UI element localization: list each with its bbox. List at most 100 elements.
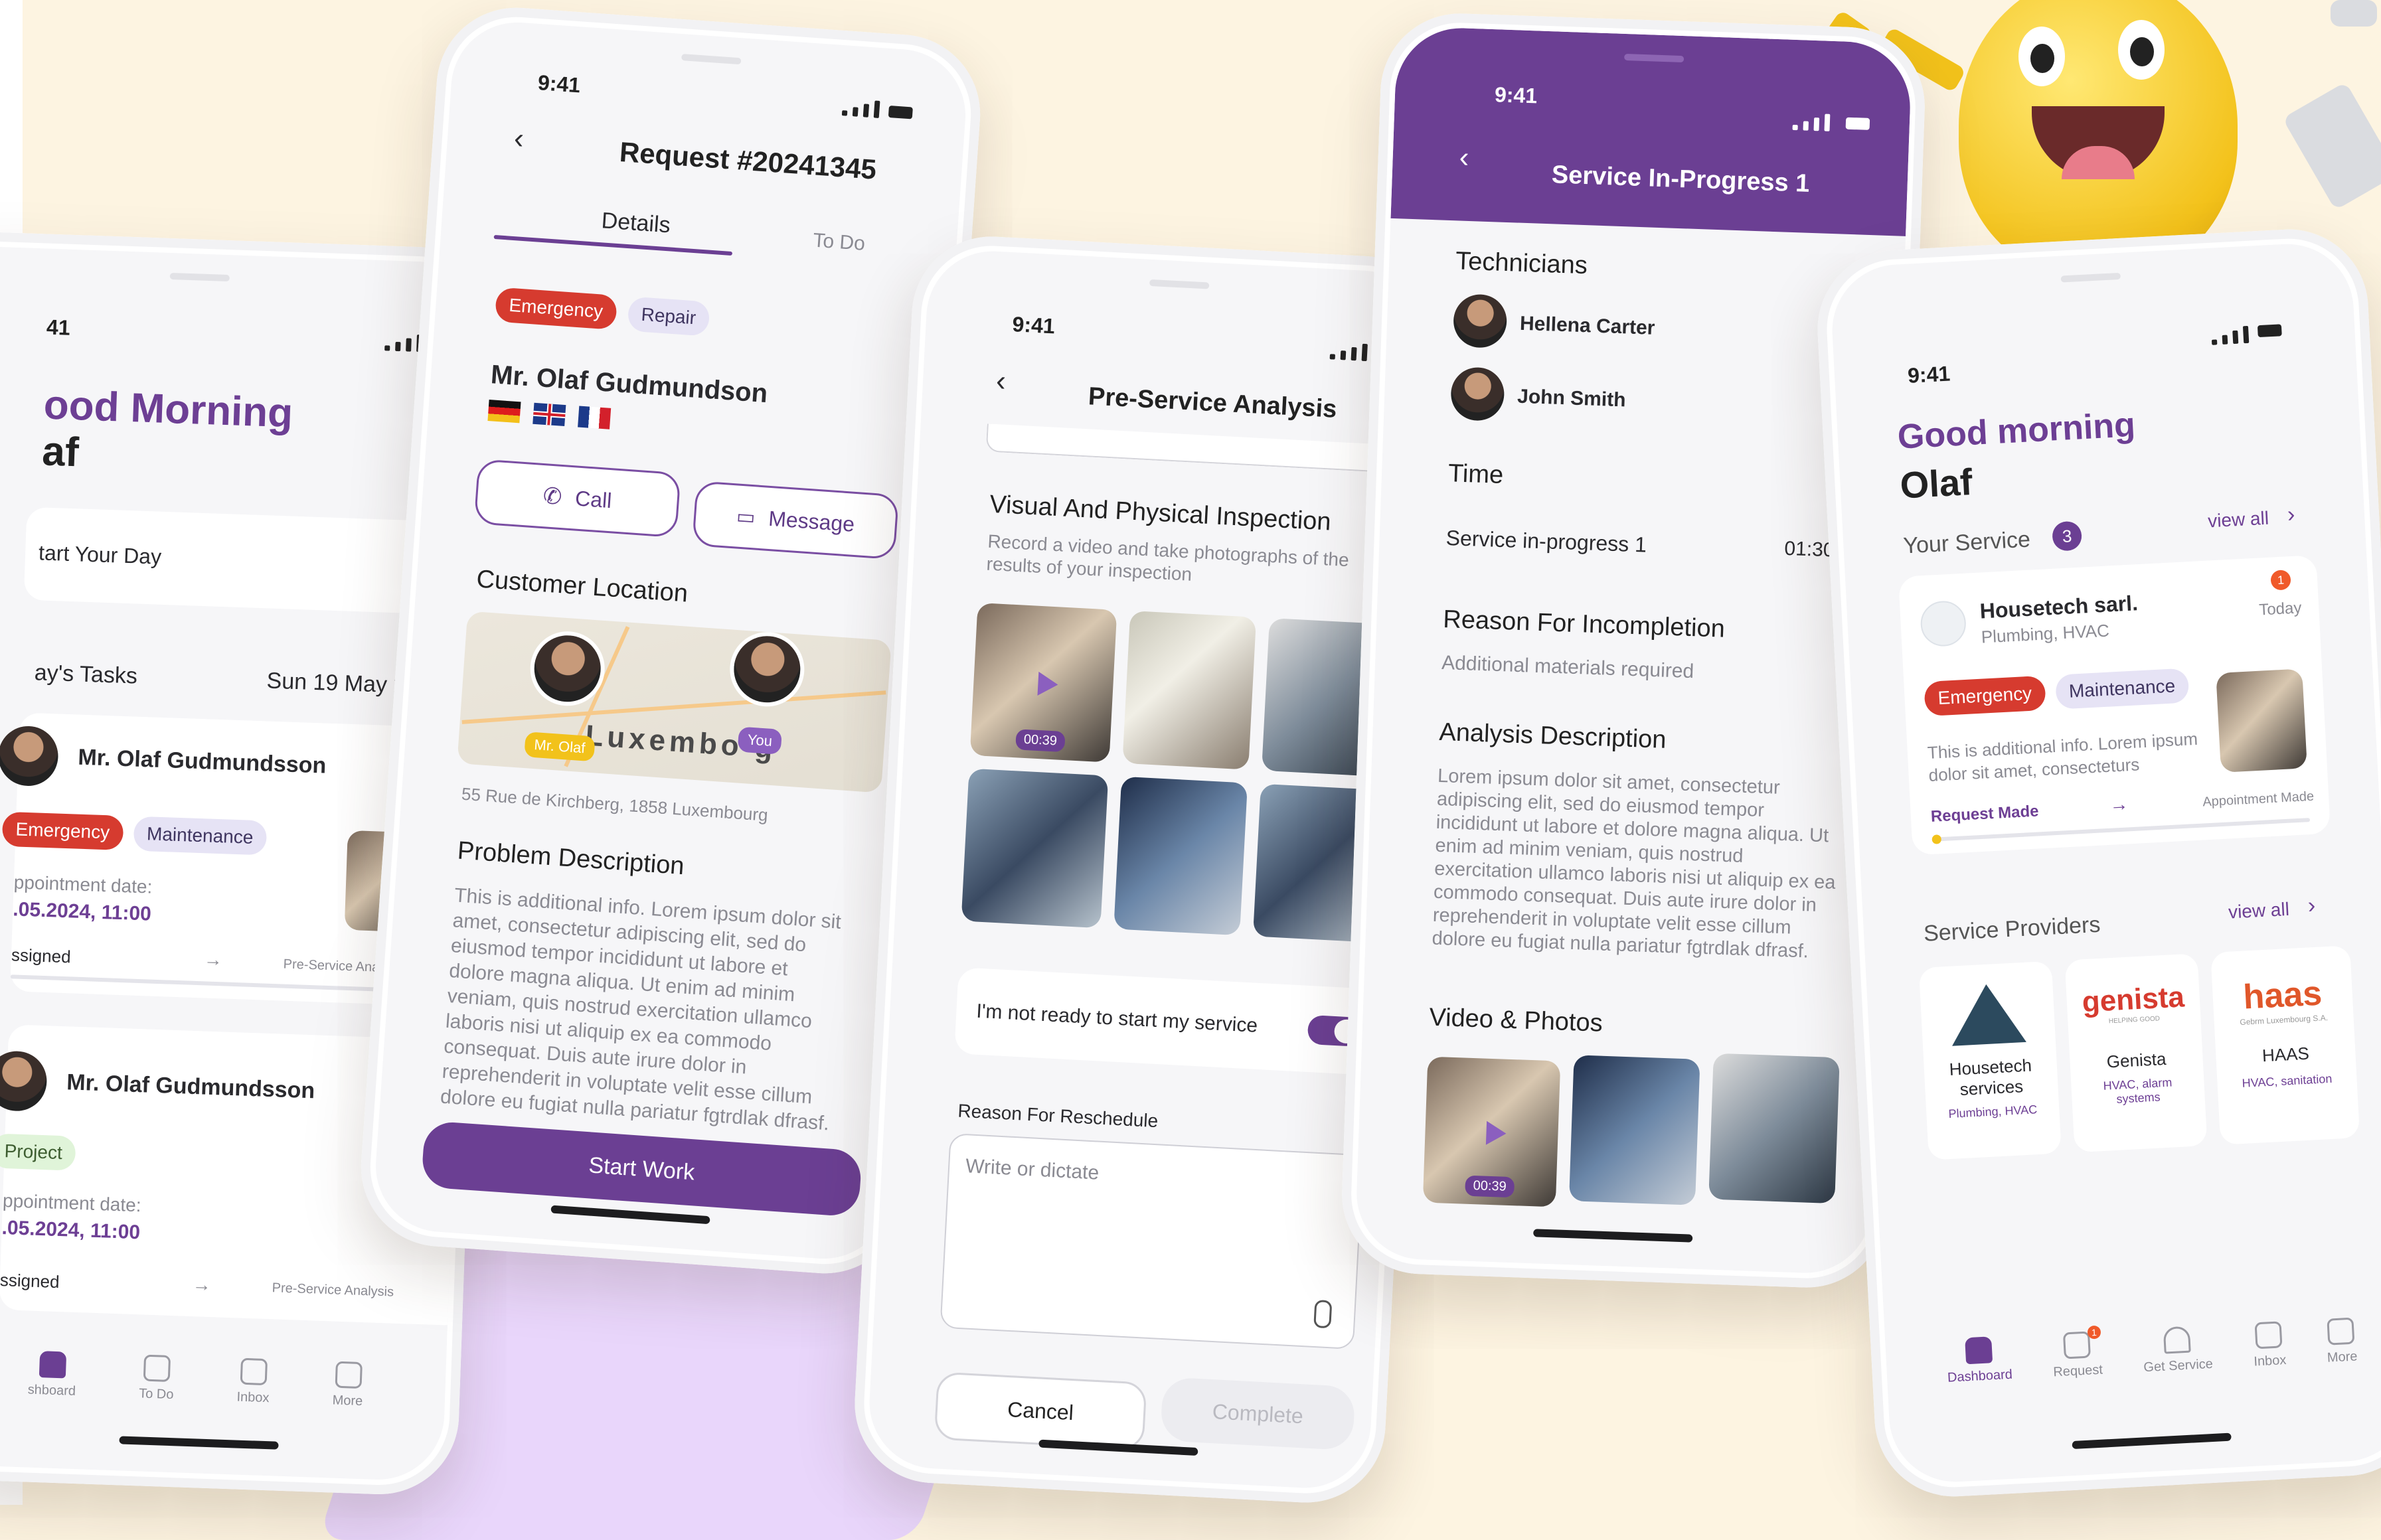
provider-tags: Plumbing, HVAC: [1948, 1103, 2038, 1121]
inspection-video[interactable]: 00:39: [969, 602, 1117, 763]
provider-card-haas[interactable]: haas Gebrm Luxembourg S.A. HAAS HVAC, sa…: [2210, 945, 2360, 1145]
inspection-heading: Visual And Physical Inspection: [989, 490, 1332, 536]
provider-name: HAAS: [2261, 1043, 2310, 1066]
problem-heading: Problem Description: [456, 836, 685, 881]
microphone-icon[interactable]: [1313, 1299, 1333, 1329]
customer-pin-label: Mr. Olaf: [524, 732, 596, 762]
tab-details[interactable]: Details: [600, 208, 671, 238]
start-work-button[interactable]: Start Work: [420, 1120, 863, 1217]
status-time: 9:41: [1011, 312, 1056, 339]
tab-inbox[interactable]: Inbox: [236, 1357, 270, 1407]
battery-icon: [2257, 324, 2282, 338]
tag-repair: Repair: [627, 296, 710, 337]
media-video[interactable]: 00:39: [1422, 1056, 1561, 1207]
cancel-label: Cancel: [1007, 1397, 1074, 1424]
signal-icon: [1792, 113, 1831, 131]
request-icon: [2062, 1331, 2091, 1359]
incompletion-heading: Reason For Incompletion: [1442, 605, 1726, 643]
company-sub: Plumbing, HVAC: [1981, 620, 2110, 647]
complete-button[interactable]: Complete: [1160, 1377, 1356, 1451]
notch: [681, 54, 742, 65]
appointment-value: .05.2024, 11:00: [1, 1217, 141, 1244]
provider-name: Housetech services: [1948, 1055, 2032, 1100]
inspection-sub: Record a video and take photographs of t…: [985, 530, 1350, 585]
tool-icon: [2331, 0, 2377, 27]
service-card[interactable]: Housetech sarl. Plumbing, HVAC 1 Today E…: [1898, 555, 2331, 856]
tab-todo[interactable]: To Do: [812, 230, 865, 256]
view-all-services-link[interactable]: view all: [2207, 508, 2269, 532]
user-name: Olaf: [1899, 461, 1974, 506]
notch: [1149, 279, 1210, 289]
flag-germany-icon: [487, 400, 521, 424]
media-photo[interactable]: [1569, 1055, 1700, 1205]
card-info: This is additional info. Lorem ipsum dol…: [1927, 728, 2198, 785]
video-duration: 00:39: [1015, 729, 1066, 753]
housetech-logo-icon: [1949, 982, 2026, 1046]
appointment-label: ppointment date:: [13, 872, 153, 897]
play-icon: [1485, 1120, 1507, 1146]
status-from: ssigned: [11, 945, 72, 967]
tab-label: shboard: [27, 1382, 76, 1399]
chevron-right-icon[interactable]: ›: [2287, 502, 2295, 528]
collapsed-select[interactable]: [985, 424, 1394, 473]
phone-customer-dashboard: 9:41 Good morning Olaf Your Service 3 vi…: [1813, 225, 2381, 1501]
tab-dashboard[interactable]: Dashboard: [1945, 1336, 2012, 1386]
reschedule-input[interactable]: Write or dictate: [940, 1132, 1364, 1350]
home-icon: [39, 1351, 66, 1379]
provider-card-housetech[interactable]: Housetech services Plumbing, HVAC: [1918, 961, 2062, 1160]
your-service-label: Your Service: [1902, 526, 2031, 559]
message-button[interactable]: ▭ Message: [692, 481, 900, 560]
tab-dashboard[interactable]: shboard: [27, 1351, 77, 1399]
back-chevron-icon[interactable]: ‹: [995, 364, 1007, 398]
request-title: Request #20241345: [618, 135, 878, 185]
not-ready-label: I'm not ready to start my service: [975, 1000, 1258, 1037]
chevron-right-icon[interactable]: ›: [2307, 893, 2316, 919]
tab-inbox[interactable]: Inbox: [2252, 1321, 2287, 1369]
status-to: Appointment Made: [2202, 789, 2315, 810]
address: 55 Rue de Kirchberg, 1858 Luxembourg: [461, 783, 769, 825]
greeting-line1: ood Morning: [42, 382, 294, 437]
home-indicator: [2072, 1432, 2232, 1450]
inspection-photo[interactable]: [1113, 776, 1248, 936]
tab-get-service[interactable]: Get Service: [2141, 1325, 2213, 1375]
tab-request[interactable]: 1 Request: [2051, 1325, 2103, 1381]
genista-logo: genista: [2081, 980, 2185, 1019]
notch: [2060, 272, 2121, 283]
time-heading: Time: [1447, 459, 1504, 489]
card-date: Today: [2258, 599, 2303, 619]
reschedule-label: Reason For Reschedule: [957, 1100, 1159, 1132]
chat-icon: [2254, 1321, 2283, 1349]
you-pin-label: You: [737, 726, 783, 755]
problem-text: This is additional info. Lorem ipsum dol…: [440, 884, 842, 1135]
view-all-providers-link[interactable]: view all: [2228, 899, 2289, 923]
status-time: 9:41: [536, 70, 582, 98]
arrow-right-icon: →: [192, 1274, 212, 1296]
tab-more[interactable]: More: [332, 1361, 364, 1410]
signal-icon: [384, 333, 422, 352]
tab-bar: shboard To Do Inbox More: [0, 1349, 396, 1411]
tag-maintenance: Maintenance: [133, 816, 268, 856]
flags: [487, 400, 612, 429]
provider-card-genista[interactable]: genista HELPING GOOD Genista HVAC, alarm…: [2064, 953, 2208, 1153]
signal-icon: [1329, 342, 1368, 362]
time-row-label: Service in-progress 1: [1445, 526, 1647, 557]
tab-label: Dashboard: [1947, 1367, 2013, 1385]
media-photo[interactable]: [1708, 1053, 1840, 1204]
tab-todo[interactable]: To Do: [139, 1354, 175, 1403]
flag-uk-icon: [533, 402, 566, 427]
message-label: Message: [768, 506, 856, 536]
customer-map[interactable]: Luxembo g Mr. Olaf You: [457, 611, 892, 793]
inspection-photo[interactable]: [961, 768, 1109, 929]
call-button[interactable]: ✆ Call: [473, 459, 681, 538]
inspection-photo[interactable]: [1122, 611, 1257, 770]
providers-heading: Service Providers: [1923, 911, 2101, 947]
back-chevron-icon[interactable]: ‹: [1459, 141, 1469, 174]
tab-details-underline: [493, 234, 733, 256]
tab-label: Inbox: [2253, 1353, 2287, 1369]
cancel-button[interactable]: Cancel: [934, 1371, 1147, 1450]
appointment-value: .05.2024, 11:00: [12, 898, 152, 925]
tab-more[interactable]: More: [2325, 1317, 2358, 1365]
back-chevron-icon[interactable]: ‹: [513, 122, 525, 156]
progress-start-dot: [1931, 834, 1942, 844]
start-day-label: tart Your Day: [38, 540, 162, 569]
